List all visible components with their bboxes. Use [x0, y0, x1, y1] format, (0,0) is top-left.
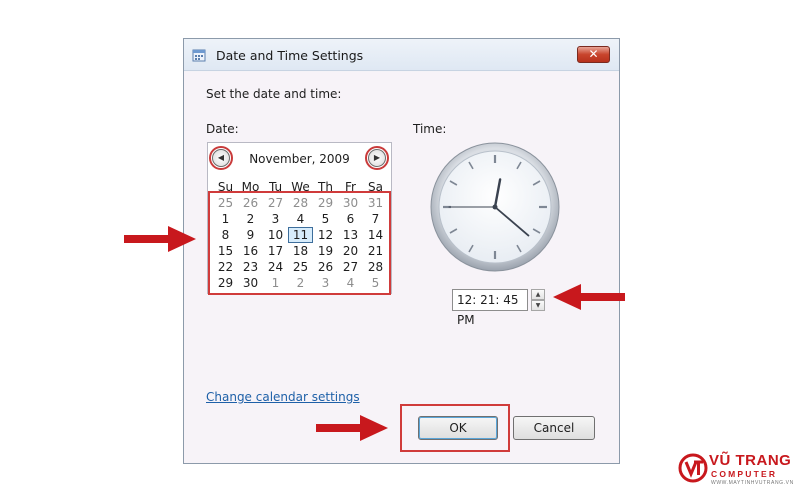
date-label: Date: — [206, 122, 239, 136]
close-button[interactable]: ✕ — [577, 46, 610, 63]
calendar-clock-icon — [192, 49, 206, 62]
ok-button[interactable]: OK — [418, 416, 498, 440]
arrow-right-calendar-icon — [124, 226, 196, 252]
logo-name: VŨ TRANG — [709, 452, 792, 469]
cancel-button[interactable]: Cancel — [513, 416, 595, 440]
window-title: Date and Time Settings — [216, 48, 364, 63]
time-spinner[interactable]: ▲ ▼ — [531, 289, 545, 311]
time-input[interactable]: 12: 21: 45 PM — [452, 289, 528, 327]
next-month-highlight — [365, 146, 389, 170]
time-label: Time: — [413, 122, 447, 136]
heading-text: Set the date and time: — [206, 87, 342, 101]
time-up-button[interactable]: ▲ — [531, 289, 545, 300]
clock-center-pin — [492, 204, 498, 210]
title-bar: Date and Time Settings ✕ — [184, 39, 619, 71]
calendar-month-label[interactable]: November, 2009 — [208, 152, 391, 166]
arrow-left-time-icon — [553, 284, 625, 310]
change-calendar-settings-link[interactable]: Change calendar settings — [206, 390, 360, 404]
days-highlight-box — [208, 191, 391, 295]
brand-logo: VŨ TRANG COMPUTER WWW.MAYTINHVUTRANG.VN — [678, 450, 796, 490]
arrow-right-ok-icon — [316, 415, 388, 441]
analog-clock — [430, 142, 560, 272]
logo-subtitle: COMPUTER — [711, 469, 778, 479]
logo-url: WWW.MAYTINHVUTRANG.VN — [711, 480, 794, 486]
vt-logo-icon — [678, 453, 708, 483]
time-down-button[interactable]: ▼ — [531, 300, 545, 311]
